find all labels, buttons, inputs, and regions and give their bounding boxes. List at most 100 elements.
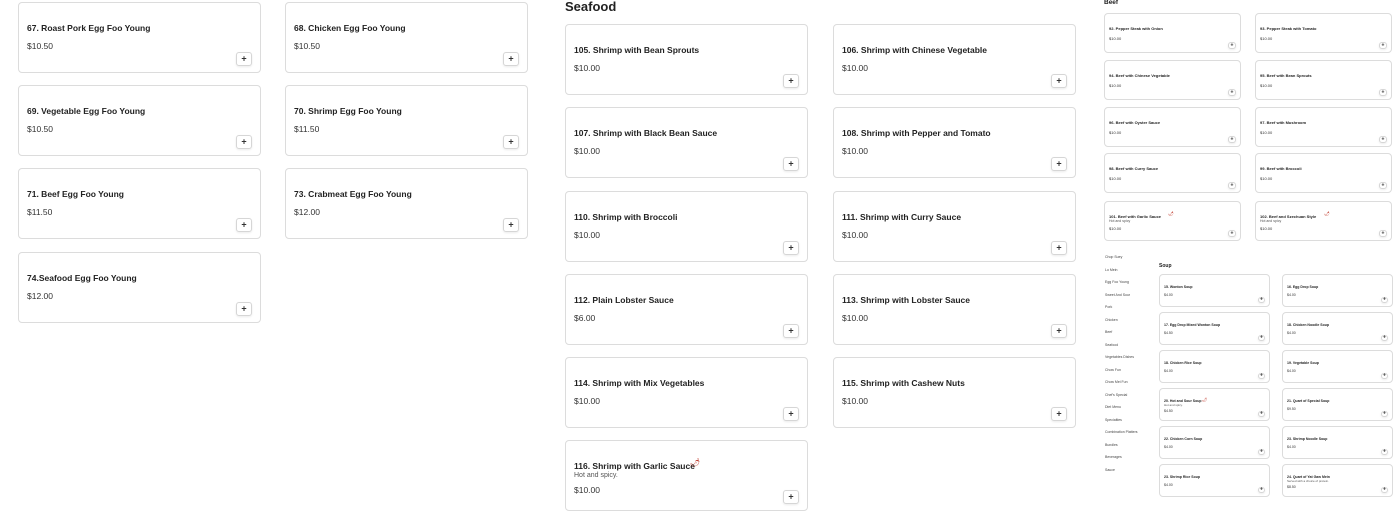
menu-item-card[interactable]: 70. Shrimp Egg Foo Young $11.50 + [285,85,528,156]
add-to-cart-button[interactable]: + [1051,241,1067,255]
add-to-cart-button[interactable]: + [783,241,799,255]
menu-item-card[interactable]: 110. Shrimp with Broccoli $10.00 + [565,191,808,262]
menu-item-card[interactable]: 74.Seafood Egg Foo Young $12.00 + [18,252,261,323]
add-to-cart-button[interactable]: + [236,135,252,149]
menu-item-card[interactable]: 68. Chicken Egg Foo Young $10.50 + [285,2,528,73]
category-link[interactable]: Lo Mein [1105,268,1117,272]
add-to-cart-button[interactable]: + [1258,297,1265,303]
add-to-cart-button[interactable]: + [1258,449,1265,455]
menu-item-card[interactable]: 114. Shrimp with Mix Vegetables $10.00 + [565,357,808,428]
category-link[interactable]: Beef [1105,330,1112,334]
add-to-cart-button[interactable]: + [1228,136,1236,143]
add-to-cart-button[interactable]: + [1381,487,1388,493]
menu-item-card[interactable]: 15. Wonton Soup $4.00 + [1159,274,1270,307]
add-to-cart-button[interactable]: + [503,135,519,149]
menu-item-card[interactable]: 93. Pepper Steak with Tomato $10.00 + [1255,13,1392,53]
menu-item-card[interactable]: 92. Pepper Steak with Onion $10.00 + [1104,13,1241,53]
add-to-cart-button[interactable]: + [236,302,252,316]
menu-item-card[interactable]: 24. Quart of Yat Gaw Mein Served with a c… [1282,464,1393,497]
add-to-cart-button[interactable]: + [1381,335,1388,341]
menu-item-card[interactable]: 101. Beef with Garlic Sauce 🌶 Hot and spic… [1104,201,1241,241]
menu-item-card[interactable]: 21. Quart of Special Soup $9.50 + [1282,388,1393,421]
add-to-cart-button[interactable]: + [1381,411,1388,417]
add-to-cart-button[interactable]: + [1258,411,1265,417]
menu-item-card[interactable]: 97. Beef with Mushroom $10.00 + [1255,107,1392,147]
category-link[interactable]: Specialties [1105,418,1122,422]
add-to-cart-button[interactable]: + [1258,373,1265,379]
menu-item-card[interactable]: 18. Chicken Rice Soup $4.00 + [1159,350,1270,383]
menu-item-card[interactable]: 18. Chicken Noodle Soup $4.00 + [1282,312,1393,345]
menu-item-card[interactable]: 111. Shrimp with Curry Sauce $10.00 + [833,191,1076,262]
menu-item-card[interactable]: 17. Egg Drop Mixed Wonton Soup $4.50 + [1159,312,1270,345]
add-to-cart-button[interactable]: + [783,490,799,504]
add-to-cart-button[interactable]: + [1379,89,1387,96]
add-to-cart-button[interactable]: + [783,324,799,338]
add-to-cart-button[interactable]: + [1379,42,1387,49]
menu-item-card[interactable]: 113. Shrimp with Lobster Sauce $10.00 + [833,274,1076,345]
category-link[interactable]: Beverages [1105,455,1122,459]
category-link[interactable]: Pork [1105,305,1112,309]
menu-item-card[interactable]: 106. Shrimp with Chinese Vegetable $10.00… [833,24,1076,95]
add-to-cart-button[interactable]: + [503,52,519,66]
category-link[interactable]: Vegetables Dishes [1105,355,1134,359]
category-link[interactable]: Bundles [1105,443,1118,447]
menu-item-card[interactable]: 23. Shrimp Rice Soup $4.00 + [1159,464,1270,497]
category-link[interactable]: Seafood [1105,343,1118,347]
category-link[interactable]: Chow Mei Fun [1105,380,1128,384]
menu-item-card[interactable]: 108. Shrimp with Pepper and Tomato $10.00… [833,107,1076,178]
menu-item-card[interactable]: 20. Hot and Sour Soup 🌶 Hot and spicy. $4.5… [1159,388,1270,421]
category-link[interactable]: Diet Menu [1105,405,1121,409]
category-link[interactable]: Sauce [1105,468,1115,472]
menu-item-card[interactable]: 69. Vegetable Egg Foo Young $10.50 + [18,85,261,156]
add-to-cart-button[interactable]: + [1228,182,1236,189]
menu-item-card[interactable]: 16. Egg Drop Soup $4.00 + [1282,274,1393,307]
add-to-cart-button[interactable]: + [783,407,799,421]
add-to-cart-button[interactable]: + [783,74,799,88]
category-link[interactable]: Combination Platters [1105,430,1138,434]
category-link[interactable]: Chicken [1105,318,1118,322]
add-to-cart-button[interactable]: + [1381,297,1388,303]
add-to-cart-button[interactable]: + [1051,324,1067,338]
add-to-cart-button[interactable]: + [1381,373,1388,379]
menu-item-card[interactable]: 105. Shrimp with Bean Sprouts $10.00 + [565,24,808,95]
add-to-cart-button[interactable]: + [1258,487,1265,493]
add-to-cart-button[interactable]: + [1258,335,1265,341]
menu-item-card[interactable]: 99. Beef with Broccoli $10.00 + [1255,153,1392,193]
menu-item-card[interactable]: 95. Beef with Bean Sprouts $10.00 + [1255,60,1392,100]
menu-item-card[interactable]: 22. Chicken Corn Soup $4.00 + [1159,426,1270,459]
add-to-cart-button[interactable]: + [1228,42,1236,49]
menu-item-card[interactable]: 115. Shrimp with Cashew Nuts $10.00 + [833,357,1076,428]
add-to-cart-button[interactable]: + [1051,74,1067,88]
menu-item-price: $10.00 [842,63,868,73]
menu-item-card[interactable]: 96. Beef with Oyster Sauce $10.00 + [1104,107,1241,147]
add-to-cart-button[interactable]: + [1379,182,1387,189]
menu-item-card[interactable]: 23. Shrimp Noodle Soup $4.00 + [1282,426,1393,459]
category-link[interactable]: Chop Suey [1105,255,1122,259]
menu-item-price: $10.00 [1260,83,1273,88]
menu-item-card[interactable]: 107. Shrimp with Black Bean Sauce $10.00 + [565,107,808,178]
add-to-cart-button[interactable]: + [1051,157,1067,171]
add-to-cart-button[interactable]: + [1379,230,1387,237]
add-to-cart-button[interactable]: + [1228,89,1236,96]
menu-item-card[interactable]: 112. Plain Lobster Sauce $6.00 + [565,274,808,345]
category-link[interactable]: Sweet And Sour [1105,293,1130,297]
add-to-cart-button[interactable]: + [1228,230,1236,237]
add-to-cart-button[interactable]: + [1379,136,1387,143]
menu-item-card[interactable]: 67. Roast Pork Egg Foo Young $10.50 + [18,2,261,73]
menu-item-card[interactable]: 102. Beef and Szechuan Style 🌶 Hot and spi… [1255,201,1392,241]
add-to-cart-button[interactable]: + [236,218,252,232]
add-to-cart-button[interactable]: + [236,52,252,66]
menu-item-card[interactable]: 116. Shrimp with Garlic Sauce 🌶 Hot and sp… [565,440,808,511]
add-to-cart-button[interactable]: + [1381,449,1388,455]
add-to-cart-button[interactable]: + [783,157,799,171]
category-link[interactable]: Chow Fun [1105,368,1121,372]
menu-item-card[interactable]: 73. Crabmeat Egg Foo Young $12.00 + [285,168,528,239]
menu-item-card[interactable]: 71. Beef Egg Foo Young $11.50 + [18,168,261,239]
category-link[interactable]: Chef's Special [1105,393,1127,397]
menu-item-card[interactable]: 94. Beef with Chinese Vegetable $10.00 + [1104,60,1241,100]
add-to-cart-button[interactable]: + [503,218,519,232]
add-to-cart-button[interactable]: + [1051,407,1067,421]
category-link[interactable]: Egg Foo Young [1105,280,1129,284]
menu-item-card[interactable]: 98. Beef with Curry Sauce $10.00 + [1104,153,1241,193]
menu-item-card[interactable]: 19. Vegetable Soup $4.00 + [1282,350,1393,383]
